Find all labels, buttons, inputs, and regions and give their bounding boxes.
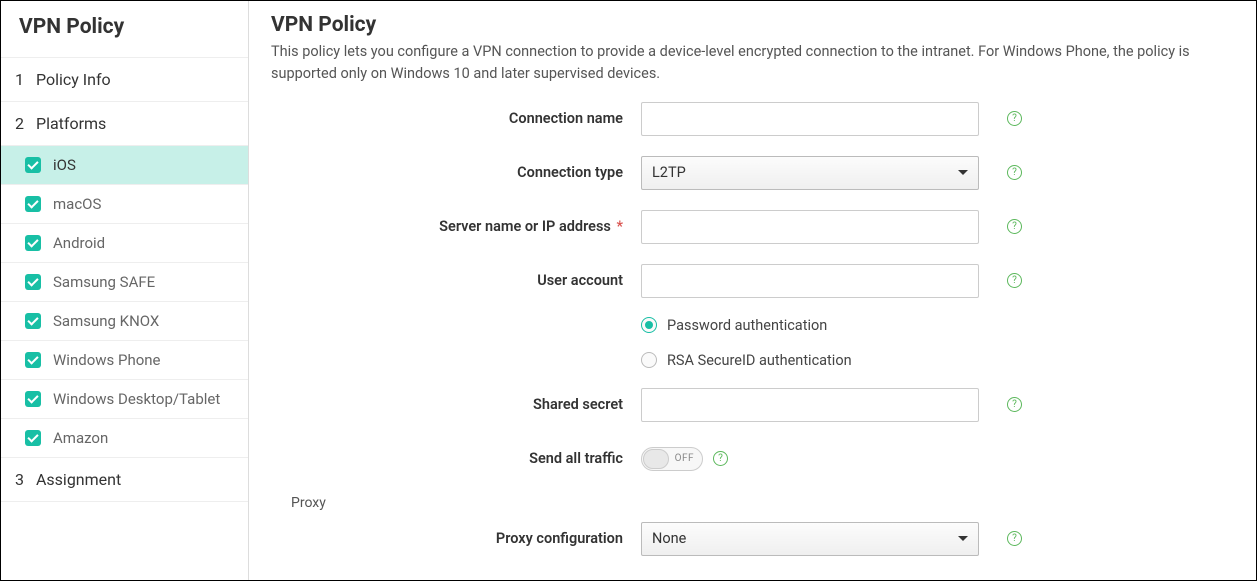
help-icon[interactable]: ? <box>1007 165 1022 180</box>
check-icon <box>25 313 41 329</box>
row-auth: Password authentication RSA SecureID aut… <box>271 317 1234 369</box>
sidebar-item-android[interactable]: Android <box>1 224 248 263</box>
help-icon[interactable]: ? <box>1007 273 1022 288</box>
sidebar-item-windows-desktop[interactable]: Windows Desktop/Tablet <box>1 380 248 419</box>
sidebar-item-samsung-safe[interactable]: Samsung SAFE <box>1 263 248 302</box>
check-icon <box>25 274 41 290</box>
step-number: 3 <box>15 470 24 489</box>
step-label: Policy Info <box>36 70 111 89</box>
label-shared-secret: Shared secret <box>271 396 641 413</box>
sidebar-item-samsung-knox[interactable]: Samsung KNOX <box>1 302 248 341</box>
page-description: This policy lets you configure a VPN con… <box>271 41 1234 85</box>
sidebar-item-label: Samsung KNOX <box>53 312 159 330</box>
sidebar-item-label: Windows Desktop/Tablet <box>53 390 220 408</box>
check-icon <box>25 391 41 407</box>
step-label: Assignment <box>36 470 121 489</box>
radio-icon <box>641 317 657 333</box>
check-icon <box>25 235 41 251</box>
row-connection-type: Connection type L2TP ? <box>271 155 1234 191</box>
sidebar-item-label: macOS <box>53 195 101 213</box>
radio-icon <box>641 352 657 368</box>
help-icon[interactable]: ? <box>1007 111 1022 126</box>
input-shared-secret[interactable] <box>641 388 979 422</box>
sidebar-item-macos[interactable]: macOS <box>1 185 248 224</box>
label-text: Server name or IP address <box>439 218 611 235</box>
help-icon[interactable]: ? <box>1007 531 1022 546</box>
row-server-name: Server name or IP address * ? <box>271 209 1234 245</box>
help-icon[interactable]: ? <box>1007 397 1022 412</box>
select-connection-type[interactable]: L2TP <box>641 156 979 190</box>
label-user-account: User account <box>271 272 641 289</box>
chevron-down-icon <box>958 536 968 541</box>
main-panel: VPN Policy This policy lets you configur… <box>249 1 1256 580</box>
step-number: 2 <box>15 114 24 133</box>
help-icon[interactable]: ? <box>713 451 728 466</box>
select-proxy-configuration[interactable]: None <box>641 522 979 556</box>
label-connection-name: Connection name <box>271 110 641 127</box>
check-icon <box>25 196 41 212</box>
sidebar-item-label: Samsung SAFE <box>53 273 155 291</box>
sidebar-step-policy-info[interactable]: 1 Policy Info <box>1 58 248 102</box>
row-send-all-traffic: Send all traffic OFF ? <box>271 441 1234 477</box>
radio-label: Password authentication <box>667 317 827 334</box>
row-shared-secret: Shared secret ? <box>271 387 1234 423</box>
label-server-name: Server name or IP address * <box>271 218 641 235</box>
select-value: None <box>652 530 686 547</box>
required-asterisk: * <box>616 218 623 235</box>
label-connection-type: Connection type <box>271 164 641 181</box>
sidebar-step-assignment[interactable]: 3 Assignment <box>1 458 248 502</box>
page-title: VPN Policy <box>271 13 1234 37</box>
label-proxy-configuration: Proxy configuration <box>271 530 641 547</box>
label-send-all-traffic: Send all traffic <box>271 450 641 467</box>
sidebar-item-ios[interactable]: iOS <box>1 146 248 185</box>
check-icon <box>25 157 41 173</box>
radio-label: RSA SecureID authentication <box>667 352 852 369</box>
sidebar-item-amazon[interactable]: Amazon <box>1 419 248 458</box>
sidebar: VPN Policy 1 Policy Info 2 Platforms iOS… <box>1 1 249 580</box>
sidebar-step-platforms[interactable]: 2 Platforms <box>1 102 248 146</box>
radio-password-auth[interactable]: Password authentication <box>641 317 852 334</box>
chevron-down-icon <box>958 170 968 175</box>
check-icon <box>25 430 41 446</box>
select-value: L2TP <box>652 164 686 181</box>
sidebar-item-label: iOS <box>53 156 76 174</box>
row-user-account: User account ? <box>271 263 1234 299</box>
sidebar-title: VPN Policy <box>1 1 248 58</box>
help-icon[interactable]: ? <box>1007 219 1022 234</box>
radio-rsa-auth[interactable]: RSA SecureID authentication <box>641 352 852 369</box>
toggle-send-all-traffic[interactable]: OFF <box>641 447 703 471</box>
sidebar-item-label: Android <box>53 234 105 252</box>
auth-radio-group: Password authentication RSA SecureID aut… <box>641 317 852 369</box>
sidebar-item-label: Amazon <box>53 429 108 447</box>
check-icon <box>25 352 41 368</box>
sidebar-item-label: Windows Phone <box>53 351 161 369</box>
sidebar-item-windows-phone[interactable]: Windows Phone <box>1 341 248 380</box>
section-proxy: Proxy <box>291 495 1234 511</box>
row-connection-name: Connection name ? <box>271 101 1234 137</box>
input-server-name[interactable] <box>641 210 979 244</box>
row-proxy-configuration: Proxy configuration None ? <box>271 521 1234 557</box>
step-label: Platforms <box>36 114 106 133</box>
toggle-state-label: OFF <box>675 453 694 464</box>
input-user-account[interactable] <box>641 264 979 298</box>
step-number: 1 <box>15 70 24 89</box>
input-connection-name[interactable] <box>641 102 979 136</box>
toggle-knob <box>643 449 669 469</box>
